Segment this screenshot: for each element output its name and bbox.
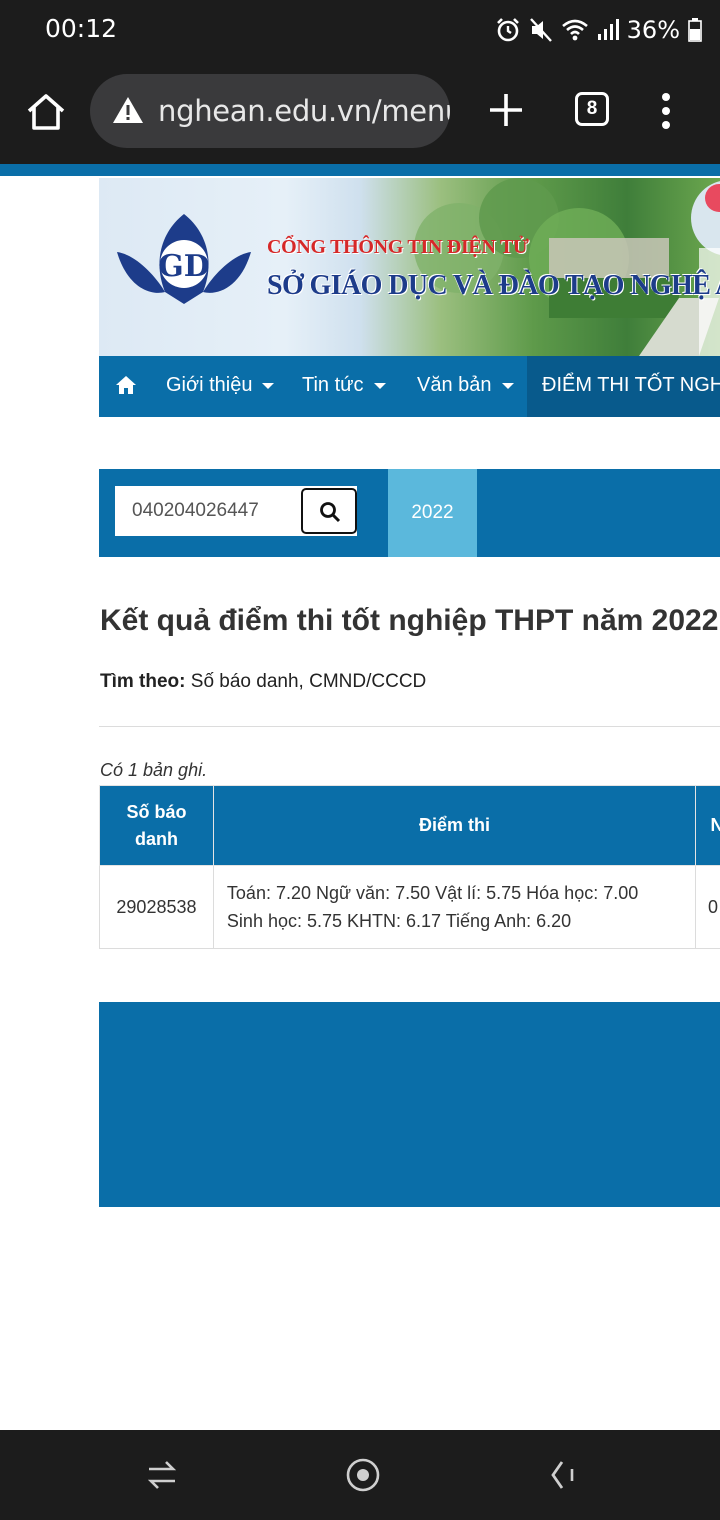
- nav-item-label: Tin tức: [302, 374, 364, 396]
- browser-toolbar: nghean.edu.vn/menu 8: [0, 62, 720, 164]
- column-header-sbd: Số báo danh: [99, 785, 214, 866]
- divider: [99, 726, 720, 727]
- nav-item-gioi-thieu[interactable]: Giới thiệu: [166, 374, 275, 397]
- banner-scenery: [414, 178, 720, 356]
- banner-subtitle: CỔNG THÔNG TIN ĐIỆN TỬ: [267, 236, 529, 258]
- caret-down-icon: [501, 382, 514, 389]
- page-title: Kết quả điểm thi tốt nghiệp THPT năm 202…: [100, 604, 719, 637]
- mute-icon: [529, 18, 552, 42]
- nav-item-tin-tuc[interactable]: Tin tức: [302, 374, 386, 397]
- cell-scores: Toán: 7.20 Ngữ văn: 7.50 Vật lí: 5.75 Hó…: [212, 865, 697, 949]
- year-tab[interactable]: 2022: [388, 469, 477, 557]
- search-icon: [320, 502, 341, 523]
- column-header-extra: N: [695, 785, 720, 866]
- header-accent-line: [0, 164, 720, 176]
- main-nav: Giới thiệu Tin tức Văn bản ĐIỂM THI TỐT …: [99, 356, 720, 417]
- results-table: Số báo danh Điểm thi N 29028538 Toán: 7.…: [99, 785, 720, 949]
- search-panel: 2022: [99, 469, 720, 557]
- address-bar[interactable]: nghean.edu.vn/menu: [90, 74, 450, 148]
- battery-icon: [688, 18, 702, 42]
- column-header-scores: Điểm thi: [212, 785, 697, 866]
- cell-extra: 0: [695, 865, 720, 949]
- site-banner[interactable]: GD CỔNG THÔNG TIN ĐIỆN TỬ SỞ GIÁO DỤC VÀ…: [99, 178, 720, 356]
- scores-line-2: Sinh học: 5.75 KHTN: 6.17 Tiếng Anh: 6.2…: [226, 911, 572, 931]
- search-by-label: Tìm theo:: [100, 671, 186, 692]
- recent-apps-icon[interactable]: [145, 1458, 179, 1492]
- tabs-button[interactable]: 8: [575, 92, 609, 126]
- back-icon[interactable]: [548, 1458, 578, 1492]
- cell-sbd: 29028538: [99, 865, 214, 949]
- nav-item-van-ban[interactable]: Văn bản: [417, 374, 514, 397]
- department-logo: GD: [117, 214, 251, 304]
- more-vert-icon[interactable]: [656, 92, 676, 132]
- table-header-row: Số báo danh Điểm thi N: [99, 785, 720, 866]
- plus-icon[interactable]: [486, 90, 526, 130]
- system-nav-bar: [0, 1430, 720, 1520]
- search-button[interactable]: [301, 488, 357, 534]
- banner-title: SỞ GIÁO DỤC VÀ ĐÀO TẠO NGHỆ AN: [267, 270, 720, 301]
- scores-line-1: Toán: 7.20 Ngữ văn: 7.50 Vật lí: 5.75 Hó…: [226, 883, 639, 903]
- nav-item-diem-thi[interactable]: ĐIỂM THI TỐT NGHIỆP: [527, 356, 720, 417]
- record-count: Có 1 bản ghi.: [100, 760, 208, 780]
- caret-down-icon: [373, 382, 386, 389]
- status-time: 00:12: [45, 14, 118, 43]
- alarm-icon: [496, 18, 519, 42]
- battery-percentage: 36%: [626, 16, 680, 44]
- status-bar: 00:12 36%: [0, 0, 720, 62]
- signal-icon: [597, 19, 619, 40]
- home-circle-icon[interactable]: [345, 1457, 381, 1493]
- table-row: 29028538 Toán: 7.20 Ngữ văn: 7.50 Vật lí…: [99, 865, 720, 949]
- home-icon[interactable]: [115, 375, 137, 395]
- nav-item-label: Văn bản: [417, 374, 492, 396]
- home-icon[interactable]: [24, 90, 68, 134]
- nav-item-label: ĐIỂM THI TỐT NGHIỆP: [542, 374, 720, 396]
- search-by-value: Số báo danh, CMND/CCCD: [190, 671, 427, 692]
- footer-block: [99, 1002, 720, 1207]
- not-secure-warning-icon[interactable]: [112, 96, 144, 124]
- search-by: Tìm theo: Số báo danh, CMND/CCCD: [100, 671, 426, 693]
- caret-down-icon: [262, 382, 275, 389]
- url-text: nghean.edu.vn/menu: [158, 94, 450, 128]
- svg-text:GD: GD: [158, 249, 210, 284]
- status-icons: 36%: [495, 14, 702, 46]
- nav-item-label: Giới thiệu: [166, 374, 253, 396]
- wifi-icon: [561, 19, 588, 41]
